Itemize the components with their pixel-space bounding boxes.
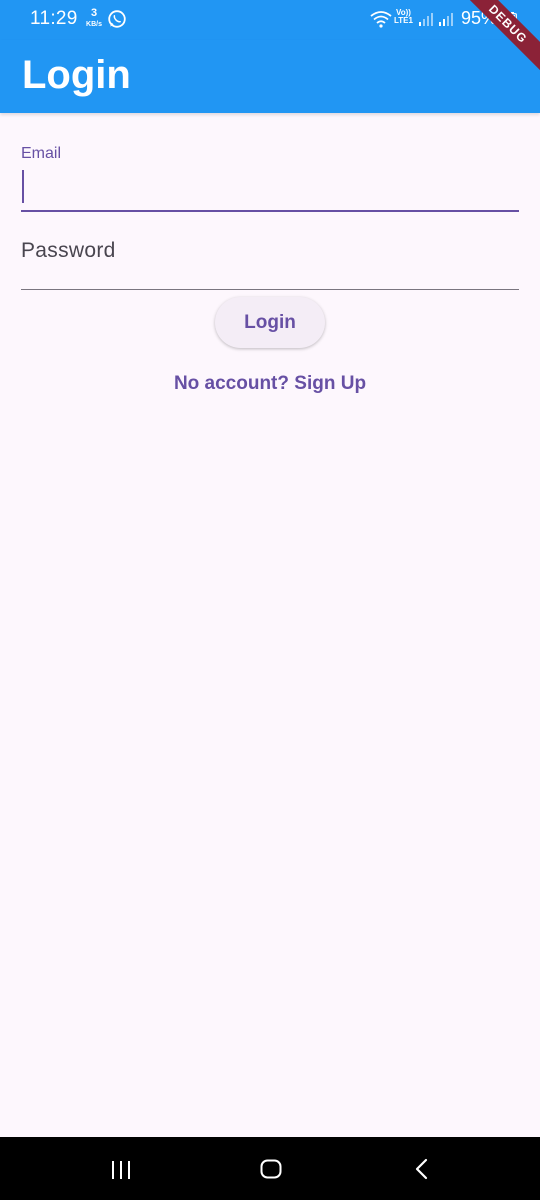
network-speed-value: 3 — [90, 7, 98, 19]
password-field[interactable]: Password — [21, 228, 519, 290]
network-speed-unit: KB/s — [86, 21, 102, 28]
volte-line-2: LTE1 — [394, 16, 413, 25]
whatsapp-icon — [108, 10, 126, 28]
login-button[interactable]: Login — [215, 297, 325, 348]
email-field[interactable]: Email — [21, 140, 519, 212]
recents-icon[interactable] — [110, 1160, 132, 1180]
status-time: 11:29 — [30, 8, 78, 29]
page-title: Login — [22, 53, 131, 97]
system-navigation-bar — [0, 1137, 540, 1200]
text-cursor — [22, 170, 24, 203]
email-underline — [21, 210, 519, 212]
signal-icon — [419, 13, 433, 26]
network-speed: 3 KB/s — [83, 7, 105, 29]
login-screen: 11:29 3 KB/s Vo)) LTE1 95% Login DEBUG E… — [0, 0, 540, 1200]
volte-badge: Vo)) LTE1 — [394, 9, 413, 25]
signal-icon — [439, 13, 453, 26]
email-label: Email — [21, 145, 62, 162]
password-label: Password — [21, 239, 116, 262]
wifi-icon — [370, 11, 392, 28]
home-icon[interactable] — [260, 1159, 282, 1179]
password-underline — [21, 289, 519, 290]
back-icon[interactable] — [414, 1158, 430, 1180]
signup-link[interactable]: No account? Sign Up — [0, 373, 540, 395]
app-bar: Login — [0, 40, 540, 113]
status-bar: 11:29 3 KB/s Vo)) LTE1 95% — [0, 0, 540, 40]
